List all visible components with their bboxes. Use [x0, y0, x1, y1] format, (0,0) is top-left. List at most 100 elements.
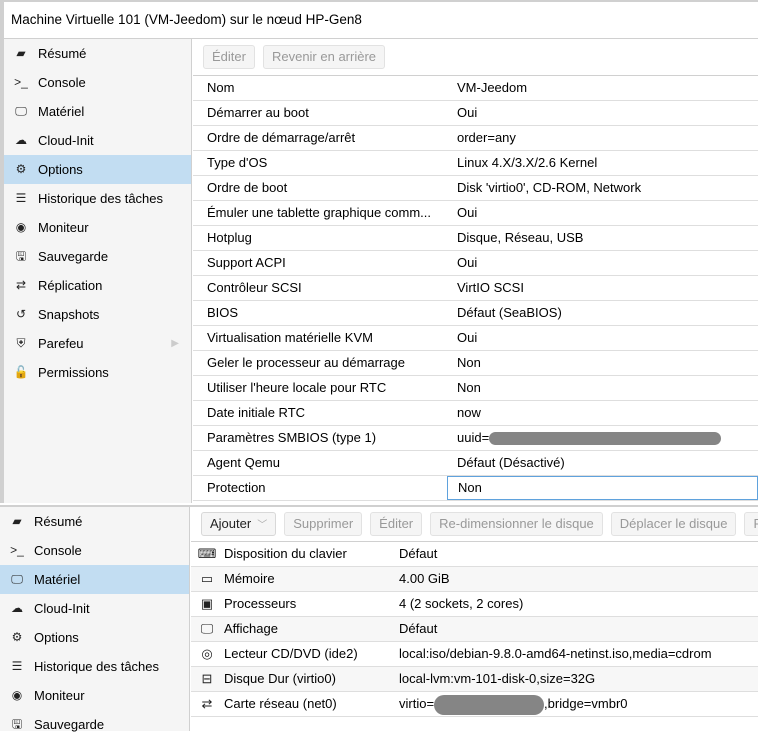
resize-disk-button[interactable]: Re-dimensionner le disque	[430, 512, 603, 536]
sidebar-item-label: Options	[34, 630, 79, 645]
sidebar-item-historique-des-taches[interactable]: ☰ Historique des tâches	[4, 184, 191, 213]
option-value-text: Défaut (SeaBIOS)	[457, 305, 562, 320]
option-row[interactable]: Geler le processeur au démarrage Non	[193, 351, 758, 376]
memory-icon: ▭	[200, 571, 214, 586]
sidebar-item-moniteur[interactable]: ◉ Moniteur	[4, 213, 191, 242]
delete-button[interactable]: Supprimer	[284, 512, 363, 536]
sidebar-item-label: Historique des tâches	[34, 659, 160, 674]
option-row[interactable]: Contrôleur SCSI VirtIO SCSI	[193, 276, 758, 301]
option-row[interactable]: Émuler une tablette graphique comm... Oui	[193, 201, 758, 226]
floppy-icon: 🖫	[15, 249, 27, 263]
sidebar-item-resume[interactable]: ▰ Résumé	[0, 507, 189, 536]
option-row[interactable]: Support ACPI Oui	[193, 251, 758, 276]
option-value: Non	[447, 376, 758, 400]
redacted-value	[434, 694, 545, 715]
option-row[interactable]: Date initiale RTC now	[193, 401, 758, 426]
option-row[interactable]: Nom VM-Jeedom	[193, 76, 758, 101]
list-icon: ☰	[11, 659, 23, 673]
panel-title: Machine Virtuelle 101 (VM-Jeedom) sur le…	[4, 2, 758, 39]
option-value-text: Disk 'virtio0', CD-ROM, Network	[457, 180, 642, 195]
sidebar-item-sauvegarde[interactable]: 🖫 Sauvegarde	[0, 710, 189, 739]
option-row[interactable]: Virtualisation matérielle KVM Oui	[193, 326, 758, 351]
sidebar-item-replication[interactable]: ⇄ Réplication	[4, 271, 191, 300]
hardware-row[interactable]: ⌨ Disposition du clavier Défaut	[191, 542, 758, 567]
hardware-value: Défaut	[399, 542, 758, 566]
sidebar-item-permissions[interactable]: 🔓 Permissions	[4, 358, 191, 387]
option-key: Ordre de boot	[207, 180, 288, 195]
unlock-icon: 🔓	[13, 365, 29, 379]
sidebar-item-historique-des-taches[interactable]: ☰ Historique des tâches	[0, 652, 189, 681]
sidebar-item-materiel[interactable]: 🖵 Matériel	[0, 565, 189, 594]
options-toolbar: Éditer Revenir en arrière	[193, 39, 758, 76]
hardware-key: Lecteur CD/DVD (ide2)	[224, 646, 358, 661]
option-value: Oui	[447, 326, 758, 350]
history-icon: ↺	[15, 307, 27, 321]
option-value-text: Oui	[457, 205, 478, 220]
option-row[interactable]: Ordre de démarrage/arrêt order=any	[193, 126, 758, 151]
move-disk-button[interactable]: Déplacer le disque	[610, 512, 737, 536]
sidebar-item-cloud-init[interactable]: ☁ Cloud-Init	[0, 594, 189, 623]
sidebar-item-resume[interactable]: ▰ Résumé	[4, 39, 191, 68]
shield-icon: ⛨	[16, 336, 26, 350]
hardware-row[interactable]: ⊟ Disque Dur (virtio0) local-lvm:vm-101-di…	[191, 667, 758, 692]
option-row[interactable]: Type d'OS Linux 4.X/3.X/2.6 Kernel	[193, 151, 758, 176]
option-value-text: now	[457, 405, 481, 420]
hardware-value: Défaut	[399, 617, 758, 641]
sidebar-item-label: Résumé	[38, 46, 87, 61]
revert-button[interactable]: Revenir en arrière	[744, 512, 758, 536]
edit-button[interactable]: Éditer	[370, 512, 423, 536]
option-key: Support ACPI	[207, 255, 286, 270]
sidebar-item-parefeu[interactable]: ⛨ Parefeu ▶	[4, 329, 191, 358]
harddisk-icon: ⊟	[201, 671, 213, 686]
option-value: Disk 'virtio0', CD-ROM, Network	[447, 176, 758, 200]
vm-options-panel: Machine Virtuelle 101 (VM-Jeedom) sur le…	[0, 0, 758, 503]
hardware-value-text: virtio=	[399, 696, 435, 711]
book-icon: ▰	[16, 46, 26, 60]
sidebar-item-cloud-init[interactable]: ☁ Cloud-Init	[4, 126, 191, 155]
sidebar-item-materiel[interactable]: 🖵 Matériel	[4, 97, 191, 126]
option-row[interactable]: BIOS Défaut (SeaBIOS)	[193, 301, 758, 326]
edit-button[interactable]: Éditer	[203, 45, 255, 69]
option-key: Contrôleur SCSI	[207, 280, 302, 295]
option-row[interactable]: Paramètres SMBIOS (type 1) uuid=	[193, 426, 758, 451]
vm-sidebar: ▰ Résumé >_ Console 🖵 Matériel ☁ Cloud-Init ⚙ Opt…	[4, 39, 192, 503]
hardware-row[interactable]: ◎ Lecteur CD/DVD (ide2) local:iso/debian-9…	[191, 642, 758, 667]
sidebar-item-options[interactable]: ⚙ Options	[4, 155, 191, 184]
option-value: Linux 4.X/3.X/2.6 Kernel	[447, 151, 758, 175]
list-icon: ☰	[15, 191, 27, 205]
hardware-value: 4.00 GiB	[399, 567, 758, 591]
option-value: Oui	[447, 101, 758, 125]
monitor-icon: 🖵	[11, 572, 23, 586]
option-key: Utiliser l'heure locale pour RTC	[207, 380, 387, 395]
hardware-row[interactable]: 🖵 Affichage Défaut	[191, 617, 758, 642]
sidebar-item-sauvegarde[interactable]: 🖫 Sauvegarde	[4, 242, 191, 271]
option-row[interactable]: Protection Non	[193, 476, 758, 501]
hardware-row[interactable]: ▣ Processeurs 4 (2 sockets, 2 cores)	[191, 592, 758, 617]
option-row[interactable]: Agent Qemu Défaut (Désactivé)	[193, 451, 758, 476]
option-value-text: order=any	[457, 130, 516, 145]
option-row[interactable]: Ordre de boot Disk 'virtio0', CD-ROM, Net…	[193, 176, 758, 201]
sidebar-item-console[interactable]: >_ Console	[4, 68, 191, 97]
option-row[interactable]: Hotplug Disque, Réseau, USB	[193, 226, 758, 251]
hardware-row[interactable]: ⇄ Carte réseau (net0) virtio= ,bridge=vmbr0	[191, 692, 758, 717]
option-value-text: Linux 4.X/3.X/2.6 Kernel	[457, 155, 598, 170]
retweet-icon: ⇄	[15, 278, 27, 292]
hardware-value-text: Défaut	[399, 546, 438, 561]
sidebar-item-label: Console	[38, 75, 86, 90]
hardware-value: local:iso/debian-9.8.0-amd64-netinst.iso…	[399, 642, 758, 666]
monitor-icon: 🖵	[15, 104, 27, 118]
option-row[interactable]: Utiliser l'heure locale pour RTC Non	[193, 376, 758, 401]
revert-button[interactable]: Revenir en arrière	[262, 45, 386, 69]
option-key: BIOS	[207, 305, 239, 320]
hardware-value-text: Défaut	[399, 621, 438, 636]
option-value: Non	[447, 476, 758, 500]
sidebar-item-moniteur[interactable]: ◉ Moniteur	[0, 681, 189, 710]
sidebar-item-snapshots[interactable]: ↺ Snapshots	[4, 300, 191, 329]
hardware-row[interactable]: ▭ Mémoire 4.00 GiB	[191, 567, 758, 592]
sidebar-item-options[interactable]: ⚙ Options	[0, 623, 189, 652]
sidebar-item-label: Console	[34, 543, 82, 558]
add-button[interactable]: Ajouter ﹀	[201, 512, 277, 536]
sidebar-item-label: Parefeu	[38, 336, 84, 351]
option-row[interactable]: Démarrer au boot Oui	[193, 101, 758, 126]
sidebar-item-console[interactable]: >_ Console	[0, 536, 189, 565]
